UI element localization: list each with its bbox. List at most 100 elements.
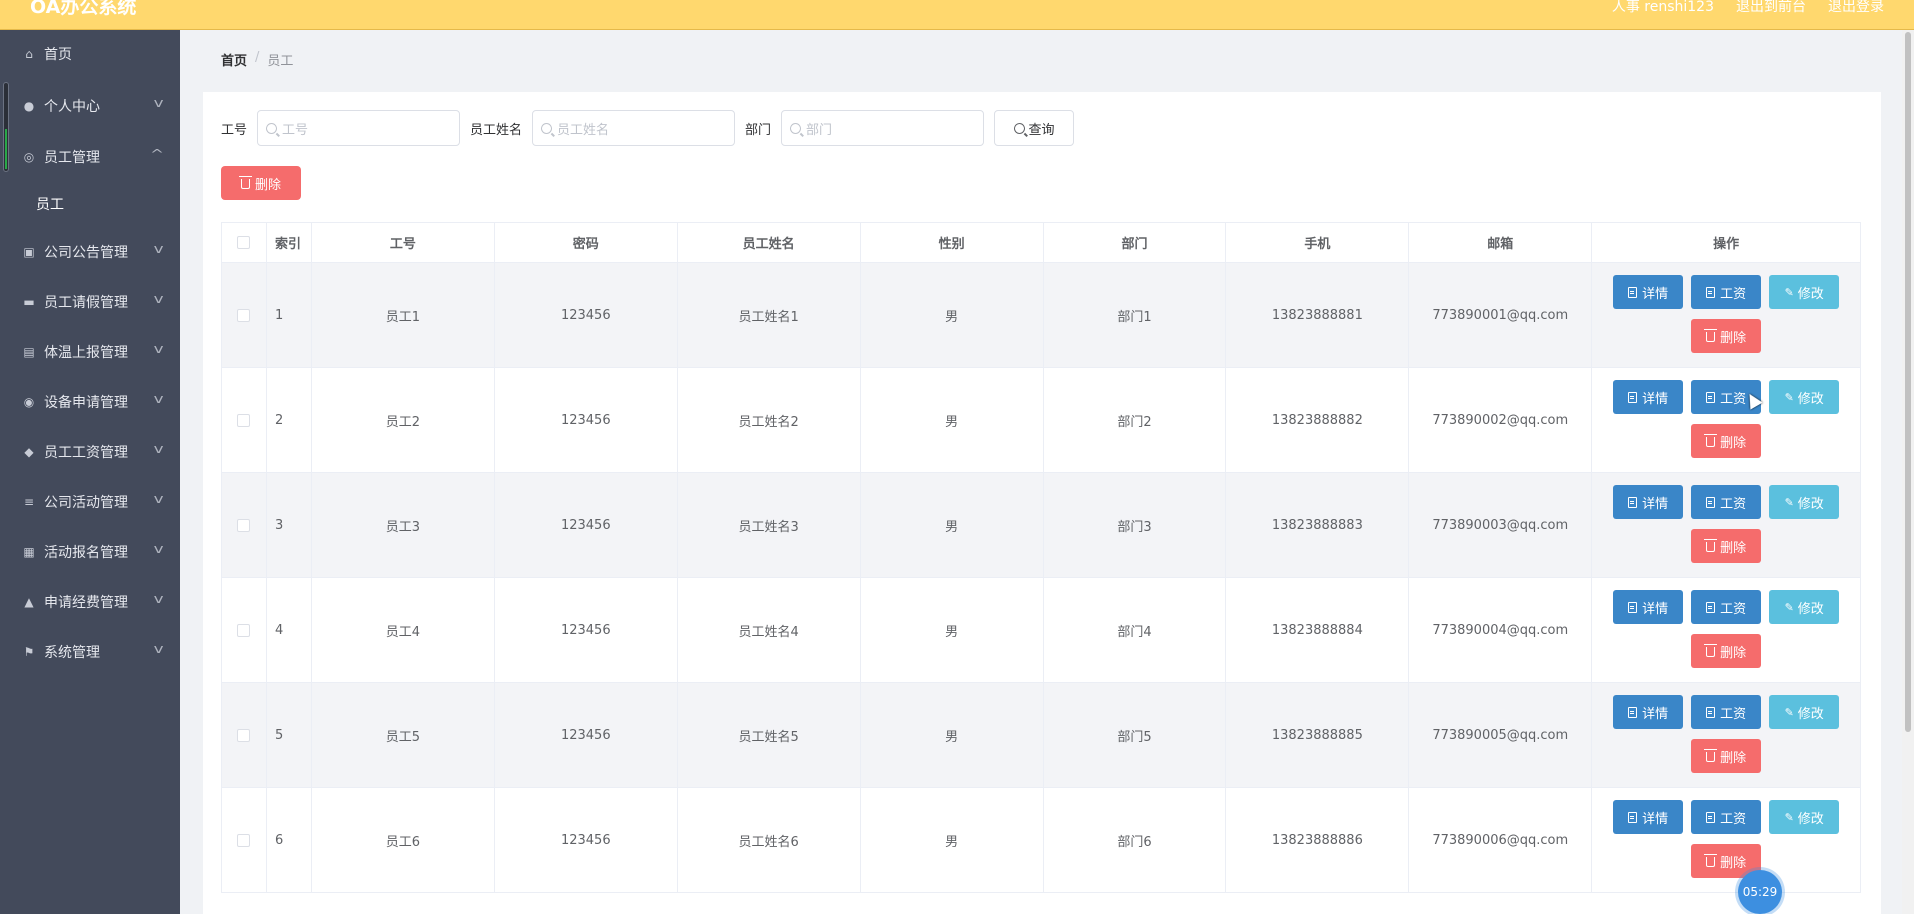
device-icon: ◉	[23, 395, 35, 409]
delete-button[interactable]: 删除	[1691, 739, 1762, 773]
sidebar-item[interactable]: ● 个人中心 v	[0, 84, 180, 128]
salary-button[interactable]: 工资	[1691, 695, 1762, 729]
cell-dept: 部门2	[1043, 368, 1227, 473]
sidebar-item[interactable]: ◉ 设备申请管理 v	[0, 380, 180, 424]
emp-name-input[interactable]: 员工姓名	[532, 110, 736, 146]
delete-button[interactable]: 删除	[1691, 319, 1762, 353]
trash-icon	[1704, 854, 1718, 867]
bulk-delete-button[interactable]: 删除	[221, 166, 301, 200]
query-button[interactable]: 查询	[994, 110, 1075, 146]
row-checkbox[interactable]	[237, 518, 251, 532]
sidebar-item[interactable]: ▬ 员工请假管理 v	[0, 280, 180, 324]
pencil-icon: ✎	[1784, 600, 1794, 614]
document-icon	[1706, 391, 1716, 403]
salary-button[interactable]: 工资	[1691, 485, 1762, 519]
bulk-delete-label: 删除	[254, 177, 281, 193]
page-scrollbar[interactable]	[1902, 30, 1914, 914]
row-checkbox[interactable]	[237, 833, 251, 847]
salary-button[interactable]: 工资	[1691, 590, 1762, 624]
header-emp-name: 员工姓名	[677, 223, 861, 263]
delete-button[interactable]: 删除	[1691, 634, 1762, 668]
salary-button-label: 工资	[1720, 811, 1747, 827]
row-checkbox[interactable]	[237, 728, 251, 742]
sidebar-item[interactable]: ▦ 活动报名管理 v	[0, 530, 180, 574]
delete-button[interactable]: 删除	[1691, 529, 1762, 563]
detail-button[interactable]: 详情	[1613, 590, 1684, 624]
detail-button[interactable]: 详情	[1613, 485, 1684, 519]
row-checkbox[interactable]	[237, 308, 251, 322]
select-all-cell	[222, 223, 267, 263]
row-select-cell	[222, 368, 267, 473]
sidebar-item[interactable]: ▲ 申请经费管理 v	[0, 580, 180, 624]
cell-emp-no: 员工1	[311, 263, 495, 368]
emp-no-input[interactable]: 工号	[257, 110, 461, 146]
sidebar-item[interactable]: ⌂ 首页	[0, 32, 180, 76]
table-header: 索引 工号 密码 员工姓名 性别 部门 手机 邮箱 操作	[222, 223, 1862, 263]
breadcrumb-home[interactable]: 首页	[221, 50, 247, 69]
sidebar-item[interactable]: ⚑ 系统管理 v	[0, 630, 180, 674]
sidebar-item[interactable]: ≡ 公司活动管理 v	[0, 480, 180, 524]
gear-icon: ◎	[23, 150, 35, 164]
cell-email: 773890005@qq.com	[1409, 683, 1593, 788]
salary-button[interactable]: 工资	[1691, 800, 1762, 834]
select-all-checkbox[interactable]	[237, 236, 251, 249]
row-actions: 详情 工资 ✎ 修改 删除	[1592, 788, 1862, 893]
detail-button[interactable]: 详情	[1613, 275, 1684, 309]
emp-name-placeholder: 员工姓名	[557, 122, 610, 138]
edit-button[interactable]: ✎ 修改	[1769, 800, 1840, 834]
sidebar-item-label: 系统管理	[44, 645, 100, 661]
delete-button[interactable]: 删除	[1691, 424, 1762, 458]
cell-password: 123456	[494, 368, 678, 473]
document-icon	[1628, 601, 1638, 613]
row-select-cell	[222, 578, 267, 683]
edit-button[interactable]: ✎ 修改	[1769, 695, 1840, 729]
sidebar-item[interactable]: ◆ 员工工资管理 v	[0, 430, 180, 474]
sidebar-item[interactable]: ◎ 员工管理 ^	[0, 135, 180, 179]
document-icon	[1706, 811, 1716, 823]
cell-emp-name: 员工姓名2	[677, 368, 861, 473]
edit-button-label: 修改	[1797, 286, 1824, 302]
search-icon	[790, 122, 802, 134]
timer-badge: 05:29	[1738, 870, 1782, 914]
sidebar-item-label: 员工	[36, 197, 64, 213]
salary-button[interactable]: 工资	[1691, 275, 1762, 309]
cell-emp-name: 员工姓名6	[677, 788, 861, 893]
back-to-front-link[interactable]: 退出到前台	[1736, 0, 1806, 16]
document-icon	[1628, 706, 1638, 718]
detail-button[interactable]: 详情	[1613, 800, 1684, 834]
sidebar-item[interactable]: ▣ 公司公告管理 v	[0, 230, 180, 274]
chevron-down-icon: v	[153, 96, 164, 110]
detail-button[interactable]: 详情	[1613, 695, 1684, 729]
edit-button[interactable]: ✎ 修改	[1769, 380, 1840, 414]
edit-button[interactable]: ✎ 修改	[1769, 590, 1840, 624]
sidebar-item-label: 员工工资管理	[44, 445, 128, 461]
chevron-down-icon: v	[153, 292, 164, 306]
briefcase-icon: ▤	[23, 345, 35, 359]
table-row: 3 员工3 123456 员工姓名3 男部门3 13823888883 773890003@…	[222, 473, 1862, 578]
cell-emp-name: 员工姓名5	[677, 683, 861, 788]
edit-button[interactable]: ✎ 修改	[1769, 275, 1840, 309]
cell-emp-no: 员工3	[311, 473, 495, 578]
search-form: 工号 工号 员工姓名 员工姓名 部门 部门 查询	[221, 110, 1075, 146]
cell-phone: 13823888882	[1226, 368, 1410, 473]
detail-button[interactable]: 详情	[1613, 380, 1684, 414]
header-password: 密码	[494, 223, 678, 263]
trash-icon	[1704, 434, 1718, 447]
dept-label: 部门	[745, 122, 772, 138]
row-checkbox[interactable]	[237, 623, 251, 637]
dept-input[interactable]: 部门	[781, 110, 985, 146]
header-gender: 性别	[860, 223, 1044, 263]
sidebar-subitem[interactable]: 员工	[0, 182, 180, 226]
trash-icon	[1704, 749, 1718, 762]
sidebar-item-label: 员工管理	[44, 150, 100, 166]
employee-table: 索引 工号 密码 员工姓名 性别 部门 手机 邮箱 操作 1 员工1 123456 员…	[221, 222, 1862, 893]
row-checkbox[interactable]	[237, 413, 251, 427]
edit-button[interactable]: ✎ 修改	[1769, 485, 1840, 519]
delete-button-label: 删除	[1720, 540, 1747, 556]
document-icon	[1628, 811, 1638, 823]
logout-link[interactable]: 退出登录	[1828, 0, 1884, 16]
sidebar-item[interactable]: ▤ 体温上报管理 v	[0, 330, 180, 374]
cell-emp-name: 员工姓名3	[677, 473, 861, 578]
detail-button-label: 详情	[1642, 706, 1669, 722]
pencil-icon: ✎	[1784, 705, 1794, 719]
